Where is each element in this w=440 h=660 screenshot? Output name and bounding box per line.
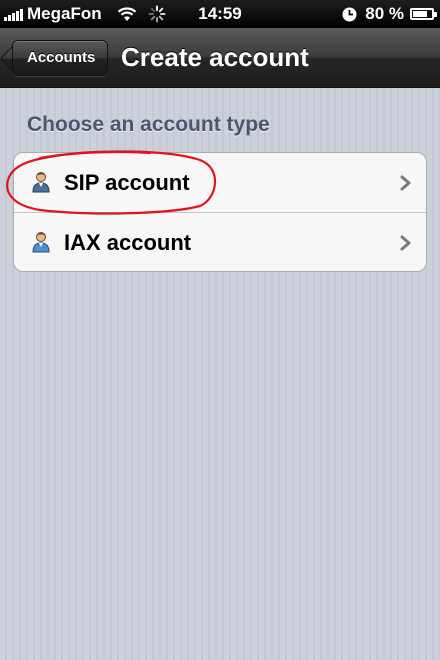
chevron-right-icon <box>400 175 411 191</box>
user-icon <box>32 172 50 193</box>
section-header: Choose an account type <box>27 113 270 136</box>
back-button[interactable]: Accounts <box>12 40 109 76</box>
battery-percent: 80 % <box>365 4 404 23</box>
battery-level <box>413 11 427 17</box>
battery-icon <box>410 8 437 20</box>
list-item-label: SIP account <box>64 170 190 195</box>
list-item-sip-account[interactable]: SIP account <box>14 153 426 213</box>
navigation-bar: Accounts Create account <box>0 28 440 88</box>
highlight-annotation <box>6 150 217 215</box>
account-type-list: SIP account IAX account <box>13 152 427 272</box>
status-bar: MegaFon 14:59 80 % <box>0 0 440 28</box>
clock-icon <box>342 7 357 21</box>
list-item-iax-account[interactable]: IAX account <box>14 213 426 271</box>
chevron-right-icon <box>400 235 411 251</box>
status-right: 80 % <box>342 4 437 24</box>
page-title: Create account <box>121 42 309 72</box>
user-icon <box>32 232 50 253</box>
list-item-label: IAX account <box>64 230 192 255</box>
